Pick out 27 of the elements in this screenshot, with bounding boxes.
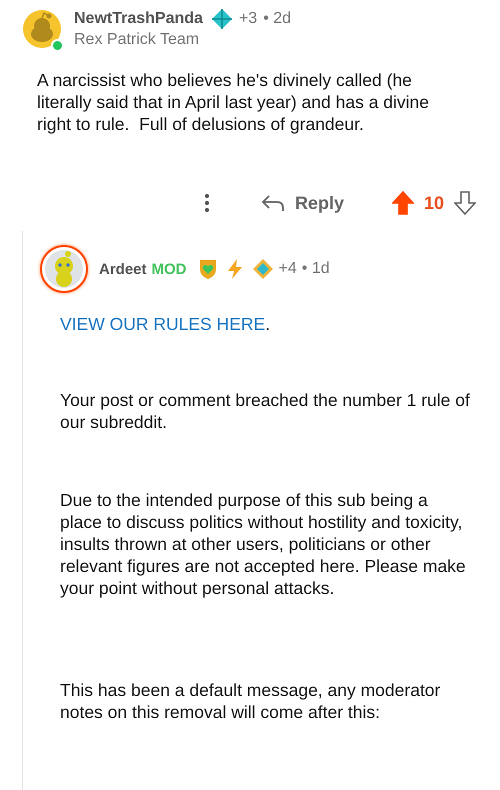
user-flair: Rex Patrick Team <box>74 31 200 49</box>
more-options-button[interactable] <box>204 194 209 212</box>
reply-arrow-icon <box>260 194 285 212</box>
username[interactable]: Ardeet <box>99 260 147 278</box>
comment-text: A narcissist who believes he's divinely called (he literally said that in April last year) and has a divine right to rule. Full of delusions of grandeur. <box>37 69 430 135</box>
username[interactable]: NewtTrashPanda <box>74 10 203 28</box>
comment-text: VIEW OUR RULES HERE. <box>60 313 272 335</box>
moderator-tag: MOD <box>152 260 187 278</box>
comment-age: • 2d <box>263 10 292 28</box>
reply-button[interactable]: Reply <box>260 192 344 214</box>
comment-text: Your post or comment breached the number 1 rule of our subreddit. <box>60 389 470 433</box>
downvote-button[interactable] <box>454 191 476 215</box>
downvote-arrow-icon <box>454 191 476 215</box>
comment-age: • 1d <box>302 260 330 278</box>
award-count: +4 <box>278 260 297 278</box>
award-count: +3 <box>238 10 258 28</box>
diamond-award-icon <box>210 8 233 30</box>
avatar-icon <box>22 9 62 49</box>
comment-text: This has been a default message, any moderator notes on this removal will come after this: <box>60 679 442 723</box>
diamond-award-icon <box>252 258 274 280</box>
comment-text: Due to the intended purpose of this sub being a place to discuss politics without hostility and toxicity, insults thrown at other users, politicians or other relevant figures are not accepted here. Please make your point without personal attacks. <box>60 489 467 599</box>
heart-shield-award-icon <box>198 258 218 280</box>
rules-link[interactable]: VIEW OUR RULES HERE <box>60 314 266 334</box>
upvote-button[interactable] <box>392 191 414 215</box>
upvote-arrow-icon <box>392 191 414 215</box>
vote-score: 10 <box>424 192 444 214</box>
more-icon <box>204 194 209 212</box>
